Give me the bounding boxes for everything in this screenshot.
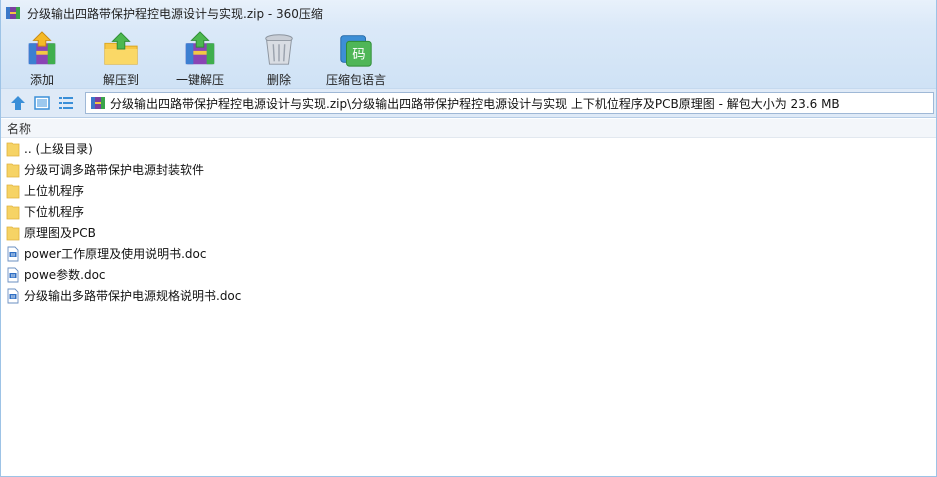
add-archive-icon <box>28 31 56 65</box>
list-item[interactable]: 下位机程序 <box>1 201 936 222</box>
folder-icon <box>6 142 20 156</box>
path-text: 分级输出四路带保护程控电源设计与实现.zip\分级输出四路带保护程控电源设计与实… <box>110 96 840 111</box>
list-view-icon <box>59 97 73 109</box>
zip-archive-icon <box>6 7 20 19</box>
item-name: power工作原理及使用说明书.doc <box>24 247 207 261</box>
list-item[interactable]: 上位机程序 <box>1 180 936 201</box>
item-name: 分级可调多路带保护电源封装软件 <box>24 163 205 177</box>
archive-language-button[interactable]: 码 压缩包语言 <box>317 26 395 88</box>
file-list: .. (上级目录) 分级可调多路带保护电源封装软件 上位机程序 下位机程序 原理… <box>1 138 936 306</box>
app-window: 分级输出四路带保护程控电源设计与实现.zip - 360压缩 添加 解压到 一键… <box>0 0 937 477</box>
folder-icon <box>6 205 20 219</box>
folder-icon <box>6 163 20 177</box>
archive-language-icon: 码 <box>340 35 372 67</box>
path-input[interactable]: 分级输出四路带保护程控电源设计与实现.zip\分级输出四路带保护程控电源设计与实… <box>85 92 934 114</box>
column-header-name[interactable]: 名称 <box>7 120 31 137</box>
one-click-extract-label: 一键解压 <box>175 73 224 87</box>
navigation-bar: 分级输出四路带保护程控电源设计与实现.zip\分级输出四路带保护程控电源设计与实… <box>1 88 936 118</box>
arrow-up-icon <box>11 96 25 110</box>
folder-icon <box>6 184 20 198</box>
window-title: 分级输出四路带保护程控电源设计与实现.zip - 360压缩 <box>27 6 323 21</box>
one-click-extract-button[interactable]: 一键解压 <box>165 26 235 88</box>
item-name: powe参数.doc <box>24 268 106 282</box>
thumbnail-view-icon <box>34 96 50 110</box>
svg-text:W: W <box>11 252 16 258</box>
svg-text:码: 码 <box>352 48 365 63</box>
list-item[interactable]: 原理图及PCB <box>1 222 936 243</box>
list-item[interactable]: 分级可调多路带保护电源封装软件 <box>1 159 936 180</box>
view-thumbnail-button[interactable] <box>31 92 53 114</box>
svg-text:W: W <box>11 273 16 279</box>
trash-icon <box>265 34 293 65</box>
delete-label: 删除 <box>266 73 291 87</box>
delete-button[interactable]: 删除 <box>251 26 307 88</box>
list-item-parent-directory[interactable]: .. (上级目录) <box>1 138 936 159</box>
one-click-extract-icon <box>185 31 215 65</box>
title-bar: 分级输出四路带保护程控电源设计与实现.zip - 360压缩 <box>1 0 936 26</box>
word-document-icon: W <box>7 267 19 282</box>
toolbar: 添加 解压到 一键解压 删除 码 压缩包语言 <box>1 26 936 88</box>
add-label: 添加 <box>29 73 54 87</box>
zip-archive-icon <box>91 97 105 109</box>
archive-language-label: 压缩包语言 <box>325 73 386 87</box>
add-button[interactable]: 添加 <box>11 26 73 88</box>
extract-to-label: 解压到 <box>102 73 139 87</box>
folder-icon <box>6 226 20 240</box>
extract-to-button[interactable]: 解压到 <box>85 26 157 88</box>
up-button[interactable] <box>7 92 29 114</box>
word-document-icon: W <box>7 288 19 303</box>
item-name: .. (上级目录) <box>24 142 93 156</box>
item-name: 原理图及PCB <box>24 226 96 240</box>
list-item[interactable]: W 分级输出多路带保护电源规格说明书.doc <box>1 285 936 306</box>
list-item[interactable]: W powe参数.doc <box>1 264 936 285</box>
word-document-icon: W <box>7 246 19 261</box>
item-name: 下位机程序 <box>24 205 85 219</box>
item-name: 上位机程序 <box>24 184 85 198</box>
extract-to-icon <box>104 32 138 65</box>
column-header-row: 名称 <box>1 119 936 138</box>
view-list-button[interactable] <box>55 92 77 114</box>
item-name: 分级输出多路带保护电源规格说明书.doc <box>24 289 242 303</box>
svg-text:W: W <box>11 294 16 300</box>
list-item[interactable]: W power工作原理及使用说明书.doc <box>1 243 936 264</box>
